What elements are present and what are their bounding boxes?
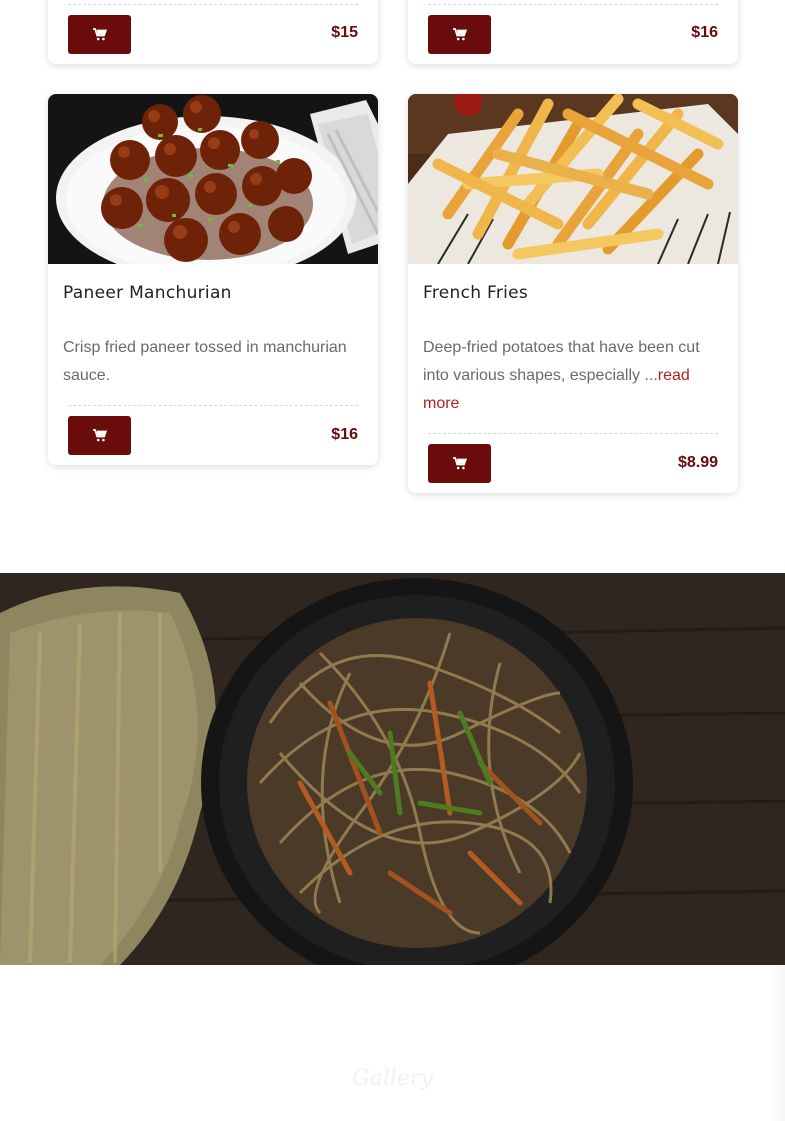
item-price: $8.99 bbox=[677, 454, 718, 471]
item-price: $16 bbox=[691, 24, 718, 41]
add-to-cart-button[interactable] bbox=[68, 416, 131, 455]
gallery-heading: Gallery bbox=[352, 1066, 433, 1091]
paneer-manchurian-photo bbox=[48, 94, 378, 264]
add-to-cart-button[interactable] bbox=[428, 15, 491, 54]
cart-icon bbox=[452, 28, 467, 41]
cart-icon bbox=[452, 457, 467, 470]
item-price: $16 bbox=[331, 426, 358, 443]
cart-icon bbox=[92, 28, 107, 41]
add-to-cart-button[interactable] bbox=[428, 444, 491, 483]
item-description-text: Crisp fried paneer tossed in manchurian … bbox=[63, 339, 347, 384]
item-title: French Fries bbox=[423, 283, 529, 303]
card-footer: $16 bbox=[428, 4, 718, 54]
item-price: $15 bbox=[331, 24, 358, 41]
card-footer: $16 bbox=[68, 405, 358, 465]
page-edge-shade bbox=[771, 965, 785, 1121]
hakka-noodles-banner bbox=[0, 573, 785, 965]
add-to-cart-button[interactable] bbox=[68, 15, 131, 54]
card-footer: $8.99 bbox=[428, 433, 718, 493]
menu-card-paneer-manchurian: Paneer Manchurian Crisp fried paneer tos… bbox=[48, 94, 378, 465]
menu-card-french-fries: French Fries Deep-fried potatoes that ha… bbox=[408, 94, 738, 493]
item-description: Deep-fried potatoes that have been cut i… bbox=[423, 334, 723, 418]
menu-card-top-right: $16 bbox=[408, 0, 738, 64]
item-description: Crisp fried paneer tossed in manchurian … bbox=[63, 334, 363, 390]
french-fries-photo bbox=[408, 94, 738, 264]
item-title: Paneer Manchurian bbox=[63, 283, 232, 303]
card-footer: $15 bbox=[68, 4, 358, 54]
cart-icon bbox=[92, 429, 107, 442]
menu-card-top-left: $15 bbox=[48, 0, 378, 64]
